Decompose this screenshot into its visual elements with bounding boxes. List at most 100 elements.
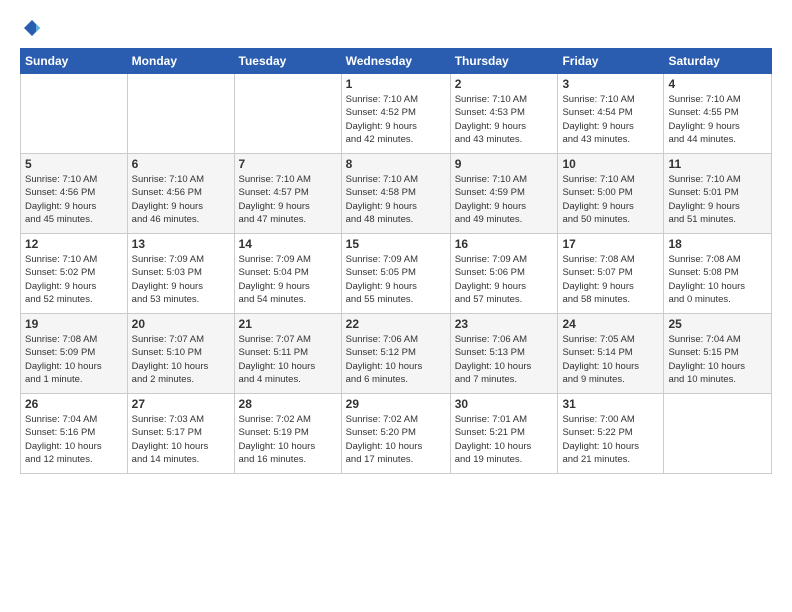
week-row-2: 12 Sunrise: 7:10 AM Sunset: 5:02 PM Dayli… — [21, 234, 772, 314]
day-info: Sunrise: 7:06 AM Sunset: 5:13 PM Dayligh… — [455, 333, 554, 386]
calendar-cell: 26Sunrise: 7:04 AM Sunset: 5:16 PM Dayli… — [21, 394, 128, 474]
day-info: Sunrise: 7:10 AM Sunset: 4:54 PM Dayligh… — [562, 93, 659, 146]
day-info: Sunrise: 7:03 AM Sunset: 5:17 PM Dayligh… — [132, 413, 230, 466]
day-info: Sunrise: 7:09 AM Sunset: 5:04 PM Dayligh… — [239, 253, 337, 306]
calendar: SundayMondayTuesdayWednesdayThursdayFrid… — [20, 48, 772, 474]
day-info: Sunrise: 7:10 AM Sunset: 4:55 PM Dayligh… — [668, 93, 767, 146]
day-number: 6 — [132, 157, 230, 171]
calendar-cell: 31Sunrise: 7:00 AM Sunset: 5:22 PM Dayli… — [558, 394, 664, 474]
week-row-1: 5 Sunrise: 7:10 AM Sunset: 4:56 PM Daylig… — [21, 154, 772, 234]
weekday-friday: Friday — [558, 49, 664, 74]
day-number: 17 — [562, 237, 659, 251]
day-number: 23 — [455, 317, 554, 331]
calendar-cell: 20 Sunrise: 7:07 AM Sunset: 5:10 PM Dayli… — [127, 314, 234, 394]
logo — [20, 18, 42, 38]
day-info: Sunrise: 7:10 AM Sunset: 4:53 PM Dayligh… — [455, 93, 554, 146]
day-info: Sunrise: 7:10 AM Sunset: 4:56 PM Dayligh… — [132, 173, 230, 226]
calendar-cell — [664, 394, 772, 474]
calendar-cell: 23 Sunrise: 7:06 AM Sunset: 5:13 PM Dayli… — [450, 314, 558, 394]
day-info: Sunrise: 7:10 AM Sunset: 4:58 PM Dayligh… — [346, 173, 446, 226]
day-info: Sunrise: 7:10 AM Sunset: 4:52 PM Dayligh… — [346, 93, 446, 146]
calendar-cell: 6 Sunrise: 7:10 AM Sunset: 4:56 PM Daylig… — [127, 154, 234, 234]
day-info: Sunrise: 7:10 AM Sunset: 4:57 PM Dayligh… — [239, 173, 337, 226]
day-number: 11 — [668, 157, 767, 171]
day-number: 28 — [239, 397, 337, 411]
day-info: Sunrise: 7:02 AM Sunset: 5:20 PM Dayligh… — [346, 413, 446, 466]
calendar-cell: 28 Sunrise: 7:02 AM Sunset: 5:19 PM Dayli… — [234, 394, 341, 474]
calendar-cell: 25 Sunrise: 7:04 AM Sunset: 5:15 PM Dayli… — [664, 314, 772, 394]
day-info: Sunrise: 7:02 AM Sunset: 5:19 PM Dayligh… — [239, 413, 337, 466]
calendar-cell: 15 Sunrise: 7:09 AM Sunset: 5:05 PM Dayli… — [341, 234, 450, 314]
day-info: Sunrise: 7:05 AM Sunset: 5:14 PM Dayligh… — [562, 333, 659, 386]
day-number: 1 — [346, 77, 446, 91]
week-row-0: 1 Sunrise: 7:10 AM Sunset: 4:52 PM Daylig… — [21, 74, 772, 154]
calendar-cell: 14 Sunrise: 7:09 AM Sunset: 5:04 PM Dayli… — [234, 234, 341, 314]
calendar-cell: 1 Sunrise: 7:10 AM Sunset: 4:52 PM Daylig… — [341, 74, 450, 154]
day-info: Sunrise: 7:07 AM Sunset: 5:10 PM Dayligh… — [132, 333, 230, 386]
day-info: Sunrise: 7:10 AM Sunset: 5:00 PM Dayligh… — [562, 173, 659, 226]
calendar-cell: 22 Sunrise: 7:06 AM Sunset: 5:12 PM Dayli… — [341, 314, 450, 394]
week-row-3: 19 Sunrise: 7:08 AM Sunset: 5:09 PM Dayli… — [21, 314, 772, 394]
page: SundayMondayTuesdayWednesdayThursdayFrid… — [0, 0, 792, 484]
calendar-cell: 21 Sunrise: 7:07 AM Sunset: 5:11 PM Dayli… — [234, 314, 341, 394]
weekday-monday: Monday — [127, 49, 234, 74]
calendar-cell: 19 Sunrise: 7:08 AM Sunset: 5:09 PM Dayli… — [21, 314, 128, 394]
weekday-wednesday: Wednesday — [341, 49, 450, 74]
day-number: 14 — [239, 237, 337, 251]
calendar-cell: 30Sunrise: 7:01 AM Sunset: 5:21 PM Dayli… — [450, 394, 558, 474]
day-number: 16 — [455, 237, 554, 251]
weekday-thursday: Thursday — [450, 49, 558, 74]
day-info: Sunrise: 7:08 AM Sunset: 5:09 PM Dayligh… — [25, 333, 123, 386]
calendar-cell: 27 Sunrise: 7:03 AM Sunset: 5:17 PM Dayli… — [127, 394, 234, 474]
day-info: Sunrise: 7:04 AM Sunset: 5:15 PM Dayligh… — [668, 333, 767, 386]
calendar-cell — [21, 74, 128, 154]
day-info: Sunrise: 7:09 AM Sunset: 5:03 PM Dayligh… — [132, 253, 230, 306]
day-info: Sunrise: 7:10 AM Sunset: 4:59 PM Dayligh… — [455, 173, 554, 226]
day-number: 25 — [668, 317, 767, 331]
day-info: Sunrise: 7:09 AM Sunset: 5:06 PM Dayligh… — [455, 253, 554, 306]
day-number: 31 — [562, 397, 659, 411]
day-number: 13 — [132, 237, 230, 251]
calendar-cell: 9 Sunrise: 7:10 AM Sunset: 4:59 PM Daylig… — [450, 154, 558, 234]
calendar-cell: 13 Sunrise: 7:09 AM Sunset: 5:03 PM Dayli… — [127, 234, 234, 314]
calendar-cell: 11 Sunrise: 7:10 AM Sunset: 5:01 PM Dayli… — [664, 154, 772, 234]
day-info: Sunrise: 7:10 AM Sunset: 5:02 PM Dayligh… — [25, 253, 123, 306]
calendar-cell: 3 Sunrise: 7:10 AM Sunset: 4:54 PM Daylig… — [558, 74, 664, 154]
day-info: Sunrise: 7:09 AM Sunset: 5:05 PM Dayligh… — [346, 253, 446, 306]
day-number: 15 — [346, 237, 446, 251]
calendar-cell — [234, 74, 341, 154]
weekday-header-row: SundayMondayTuesdayWednesdayThursdayFrid… — [21, 49, 772, 74]
day-number: 12 — [25, 237, 123, 251]
day-info: Sunrise: 7:07 AM Sunset: 5:11 PM Dayligh… — [239, 333, 337, 386]
day-number: 10 — [562, 157, 659, 171]
calendar-cell: 24 Sunrise: 7:05 AM Sunset: 5:14 PM Dayli… — [558, 314, 664, 394]
day-number: 8 — [346, 157, 446, 171]
week-row-4: 26Sunrise: 7:04 AM Sunset: 5:16 PM Dayli… — [21, 394, 772, 474]
calendar-cell: 17Sunrise: 7:08 AM Sunset: 5:07 PM Dayli… — [558, 234, 664, 314]
day-number: 22 — [346, 317, 446, 331]
calendar-cell: 29 Sunrise: 7:02 AM Sunset: 5:20 PM Dayli… — [341, 394, 450, 474]
logo-icon — [22, 18, 42, 38]
day-number: 2 — [455, 77, 554, 91]
calendar-cell: 2 Sunrise: 7:10 AM Sunset: 4:53 PM Daylig… — [450, 74, 558, 154]
day-number: 5 — [25, 157, 123, 171]
day-number: 24 — [562, 317, 659, 331]
day-number: 4 — [668, 77, 767, 91]
day-number: 26 — [25, 397, 123, 411]
calendar-cell: 12 Sunrise: 7:10 AM Sunset: 5:02 PM Dayli… — [21, 234, 128, 314]
day-number: 27 — [132, 397, 230, 411]
day-number: 20 — [132, 317, 230, 331]
day-number: 3 — [562, 77, 659, 91]
day-info: Sunrise: 7:10 AM Sunset: 5:01 PM Dayligh… — [668, 173, 767, 226]
day-number: 29 — [346, 397, 446, 411]
day-number: 30 — [455, 397, 554, 411]
weekday-tuesday: Tuesday — [234, 49, 341, 74]
weekday-saturday: Saturday — [664, 49, 772, 74]
day-number: 9 — [455, 157, 554, 171]
day-info: Sunrise: 7:06 AM Sunset: 5:12 PM Dayligh… — [346, 333, 446, 386]
calendar-cell: 7Sunrise: 7:10 AM Sunset: 4:57 PM Daylig… — [234, 154, 341, 234]
day-number: 21 — [239, 317, 337, 331]
day-info: Sunrise: 7:08 AM Sunset: 5:08 PM Dayligh… — [668, 253, 767, 306]
calendar-cell: 16 Sunrise: 7:09 AM Sunset: 5:06 PM Dayli… — [450, 234, 558, 314]
day-number: 19 — [25, 317, 123, 331]
